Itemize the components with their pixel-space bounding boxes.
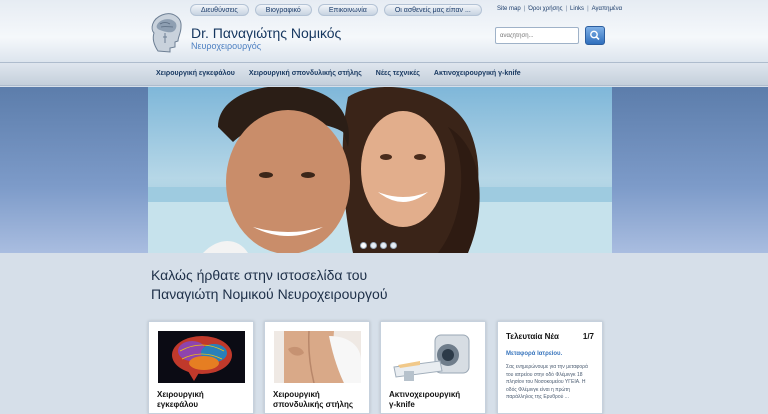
nav-item-brain-surgery[interactable]: Χειρουργική εγκεφάλου (156, 70, 235, 77)
site-title[interactable]: Dr. Παναγιώτης Νομικός (191, 25, 341, 41)
card-title-line: εγκεφάλου (157, 400, 199, 409)
card-title-line: Ακτινοχειρουργική (389, 390, 461, 399)
news-headline-link[interactable]: Μεταφορά Ιατρείου. (506, 351, 562, 357)
hero-slider (148, 87, 612, 253)
gamma-knife-machine-icon (393, 334, 470, 381)
utility-links: Site map | Όροι χρήσης | Links | Αγαπημέ… (497, 6, 622, 12)
site-header: Διευθύνσεις Βιογραφικό Επικοινωνία Οι ασ… (0, 0, 768, 62)
card-title-line: σπονδυλικής στήλης (273, 400, 354, 409)
card-brain-surgery[interactable]: Χειρουργική εγκεφάλου (148, 321, 254, 414)
card-spine-surgery[interactable]: Χειρουργική σπονδυλικής στήλης (264, 321, 370, 414)
terms-link[interactable]: Όροι χρήσης (528, 6, 562, 12)
welcome-heading: Καλώς ήρθατε στην ιστοσελίδα του Παναγιώ… (151, 266, 551, 304)
brain-scan-image (158, 331, 245, 383)
nav-item-gamma-knife[interactable]: Ακτινοχειρουργική γ-knife (434, 70, 521, 77)
news-body-text: Σας ενημερώνουμε για την μεταφορά του ια… (506, 364, 588, 400)
card-title-line: Χειρουργική (157, 390, 204, 399)
slider-dot[interactable] (380, 242, 387, 249)
card-title: Χειρουργική εγκεφάλου (157, 390, 252, 410)
tab-contact[interactable]: Επικοινωνία (317, 4, 378, 16)
search-icon (590, 30, 600, 41)
tab-testimonials[interactable]: Οι ασθενείς μας είπαν ... (383, 4, 482, 16)
spine-image (274, 331, 361, 383)
back-pain-icon (284, 331, 361, 383)
news-counter[interactable]: 1/7 (583, 332, 594, 341)
separator: | (587, 6, 589, 12)
gamma-knife-machine-image (390, 331, 477, 383)
card-title: Ακτινοχειρουργική γ-knife (389, 390, 484, 410)
news-title: Τελευταία Νέα (506, 332, 559, 341)
tab-addresses[interactable]: Διευθύνσεις (190, 4, 249, 16)
separator: | (565, 6, 568, 12)
latest-news-panel: Τελευταία Νέα 1/7 Μεταφορά Ιατρείου. Σας… (497, 321, 603, 414)
hero-photo-smiling-couple (148, 87, 612, 253)
sitemap-link[interactable]: Site map (497, 6, 521, 12)
favorites-link[interactable]: Αγαπημένα (592, 6, 622, 12)
card-gamma-knife[interactable]: Ακτινοχειρουργική γ-knife (380, 321, 486, 414)
nav-item-spine-surgery[interactable]: Χειρουργική σπονδυλικής στήλης (249, 70, 362, 77)
tab-cv[interactable]: Βιογραφικό (254, 4, 312, 16)
card-title-line: γ-knife (389, 400, 415, 409)
slider-dots (360, 242, 397, 249)
brain-head-logo-icon[interactable] (148, 11, 184, 53)
top-tabs: Διευθύνσεις Βιογραφικό Επικοινωνία Οι ασ… (190, 4, 482, 16)
welcome-line-2: Παναγιώτη Νομικού Νευροχειρουργού (151, 286, 388, 302)
slider-dot[interactable] (370, 242, 377, 249)
links-link[interactable]: Links (570, 6, 584, 12)
card-title: Χειρουργική σπονδυλικής στήλης (273, 390, 368, 410)
card-title-line: Χειρουργική (273, 390, 320, 399)
main-nav: Χειρουργική εγκεφάλου Χειρουργική σπονδυ… (0, 62, 768, 86)
search-button[interactable] (585, 26, 605, 45)
slider-dot[interactable] (360, 242, 367, 249)
welcome-line-1: Καλώς ήρθατε στην ιστοσελίδα του (151, 267, 368, 283)
brain-icon (172, 336, 232, 381)
search-input[interactable] (495, 27, 579, 44)
slider-dot[interactable] (390, 242, 397, 249)
site-subtitle: Νευροχειρουργός (191, 41, 262, 51)
separator: | (523, 6, 526, 12)
nav-item-new-techniques[interactable]: Νέες τεχνικές (376, 70, 420, 77)
